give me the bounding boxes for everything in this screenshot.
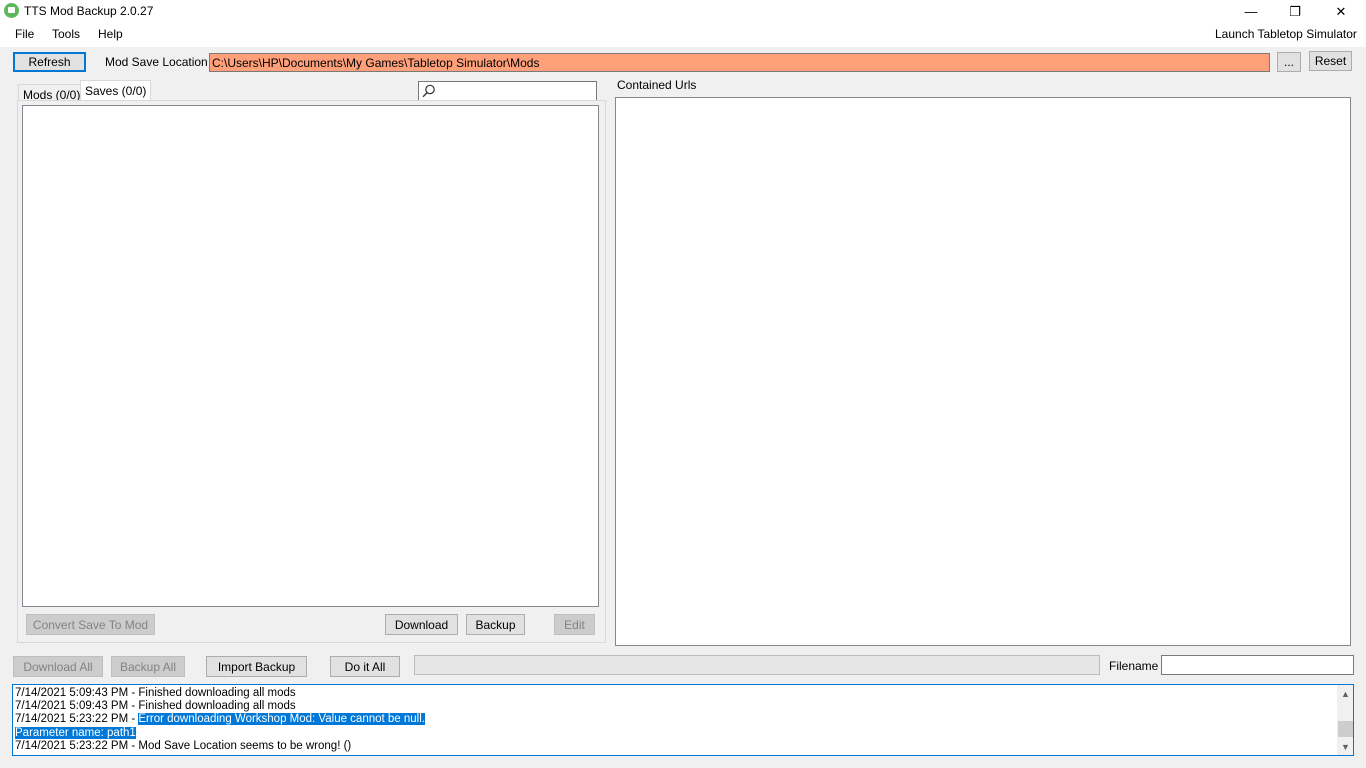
download-button[interactable]: Download [385,614,458,635]
mod-save-location-input[interactable]: C:\Users\HP\Documents\My Games\Tabletop … [209,53,1270,72]
saves-list[interactable] [22,105,599,607]
reset-button[interactable]: Reset [1309,51,1352,71]
contained-urls-label: Contained Urls [617,78,697,92]
contained-urls-list[interactable] [615,97,1351,646]
mod-save-location-label: Mod Save Location [105,55,208,69]
import-backup-button[interactable]: Import Backup [206,656,307,677]
backup-button[interactable]: Backup [466,614,525,635]
log-scrollbar[interactable]: ▲ ▼ [1337,685,1353,755]
edit-button[interactable]: Edit [554,614,595,635]
download-all-button[interactable]: Download All [13,656,103,677]
convert-save-to-mod-button[interactable]: Convert Save To Mod [26,614,155,635]
log-line-selected-text: Error downloading Workshop Mod: Value ca… [138,713,425,726]
log-line: Parameter name: path1 [15,726,1331,740]
log-line: 7/14/2021 5:23:22 PM - Mod Save Location… [15,740,1331,753]
log-line: 7/14/2021 5:09:43 PM - Finished download… [15,700,1331,713]
menu-help[interactable]: Help [96,27,125,41]
menu-file[interactable]: File [13,27,36,41]
log-line-text: 7/14/2021 5:09:43 PM - Finished download… [15,700,296,713]
scroll-up-arrow-icon[interactable]: ▲ [1337,685,1353,702]
tab-mods[interactable]: Mods (0/0) [18,84,86,102]
log-lines: 7/14/2021 5:09:43 PM - Finished download… [15,687,1331,753]
filename-label: Filename [1109,659,1159,673]
log-line-text: 7/14/2021 5:09:43 PM - Finished download… [15,687,296,699]
scroll-thumb[interactable] [1338,721,1353,737]
app-icon [4,3,19,18]
tab-saves[interactable]: Saves (0/0) [80,80,152,101]
log-line: 7/14/2021 5:09:43 PM - Finished download… [15,687,1331,700]
log-line-selected-text: Parameter name: path1 [15,726,136,739]
menu-tools[interactable]: Tools [50,27,82,41]
search-icon [422,84,435,98]
filename-input[interactable] [1161,655,1354,675]
scroll-down-arrow-icon[interactable]: ▼ [1337,738,1353,755]
window-title: TTS Mod Backup 2.0.27 [24,4,154,18]
log-line-text: 7/14/2021 5:23:22 PM - Mod Save Location… [15,739,352,752]
log-output[interactable]: 7/14/2021 5:09:43 PM - Finished download… [12,684,1354,756]
log-line: 7/14/2021 5:23:22 PM - Error downloading… [15,713,1331,726]
title-bar[interactable]: TTS Mod Backup 2.0.27 — ❐ ✕ [0,0,1366,23]
close-button[interactable]: ✕ [1318,0,1364,23]
progress-bar [414,655,1100,675]
menu-launch-tabletop-simulator[interactable]: Launch Tabletop Simulator [1213,27,1359,41]
do-it-all-button[interactable]: Do it All [330,656,400,677]
maximize-button[interactable]: ❐ [1272,0,1318,23]
menu-bar: File Tools Help Launch Tabletop Simulato… [0,23,1366,47]
log-line-text: 7/14/2021 5:23:22 PM - [15,713,139,726]
refresh-button[interactable]: Refresh [13,52,86,72]
browse-button[interactable]: ... [1277,52,1301,72]
search-input[interactable] [418,81,597,101]
minimize-button[interactable]: — [1228,0,1274,23]
backup-all-button[interactable]: Backup All [111,656,185,677]
